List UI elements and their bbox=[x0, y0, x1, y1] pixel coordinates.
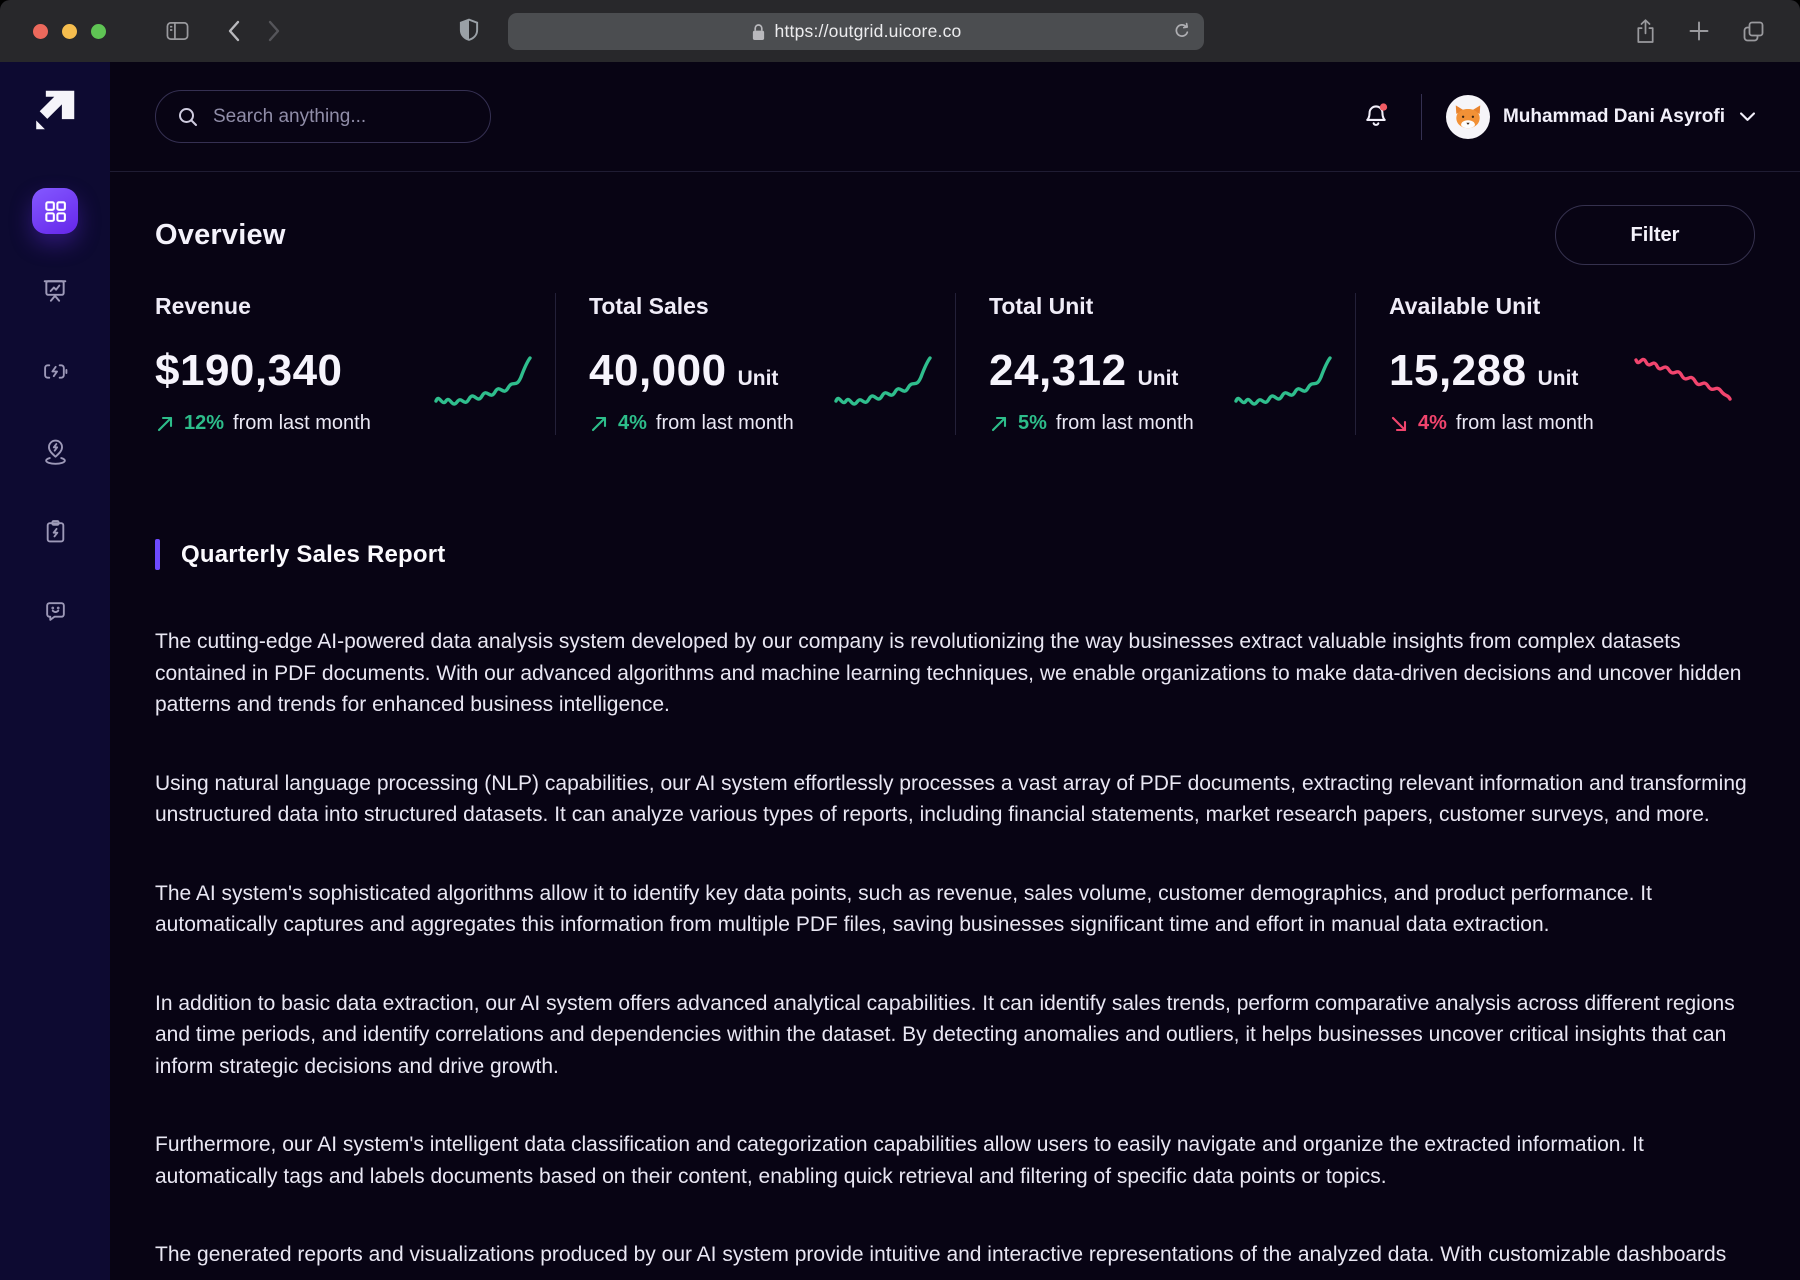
sparkline-up bbox=[833, 351, 933, 415]
stat-unit: Unit bbox=[1538, 367, 1579, 391]
stat-unit: Unit bbox=[738, 367, 779, 391]
sidebar-toggle-icon[interactable] bbox=[166, 21, 189, 41]
user-name: Muhammad Dani Asyrofi bbox=[1503, 106, 1725, 128]
share-icon[interactable] bbox=[1634, 18, 1657, 45]
sidebar-item-charging-location[interactable] bbox=[32, 428, 78, 474]
stat-delta-pct: 4% bbox=[1418, 412, 1447, 435]
reload-icon[interactable] bbox=[1172, 21, 1192, 41]
fox-avatar-icon bbox=[1451, 100, 1485, 134]
grid-icon bbox=[43, 199, 68, 224]
browser-window: https://outgrid.uicore.co bbox=[0, 0, 1800, 1280]
stat-delta-text: from last month bbox=[1056, 412, 1194, 435]
stat-delta-text: from last month bbox=[656, 412, 794, 435]
presentation-chart-icon bbox=[42, 278, 68, 304]
stat-value: $190,340 bbox=[155, 346, 343, 396]
sidebar bbox=[0, 62, 110, 1280]
report-paragraph: The generated reports and visualizations… bbox=[155, 1239, 1755, 1271]
stats-row: Revenue $190,340 12% from last month bbox=[155, 293, 1755, 435]
search-input[interactable] bbox=[213, 106, 453, 128]
browser-chrome: https://outgrid.uicore.co bbox=[0, 0, 1800, 62]
trend-up-icon bbox=[989, 414, 1009, 434]
charging-pin-icon bbox=[42, 438, 69, 465]
stat-card-available-unit: Available Unit 15,288 Unit 4% from last … bbox=[1355, 293, 1755, 435]
zoom-window-button[interactable] bbox=[91, 24, 106, 39]
sparkline-down bbox=[1633, 351, 1733, 415]
sidebar-item-analytics[interactable] bbox=[32, 268, 78, 314]
stat-value: 24,312 bbox=[989, 346, 1127, 396]
close-window-button[interactable] bbox=[33, 24, 48, 39]
sidebar-item-report[interactable] bbox=[32, 508, 78, 554]
outgrid-logo bbox=[33, 88, 77, 132]
topbar-divider bbox=[1421, 94, 1422, 140]
report-paragraph: In addition to basic data extraction, ou… bbox=[155, 988, 1755, 1083]
clipboard-bolt-icon bbox=[43, 519, 68, 544]
stat-delta-text: from last month bbox=[1456, 412, 1594, 435]
sidebar-item-feedback[interactable] bbox=[32, 588, 78, 634]
chat-smile-icon bbox=[43, 599, 68, 624]
stat-delta-text: from last month bbox=[233, 412, 371, 435]
sidebar-item-battery[interactable] bbox=[32, 348, 78, 394]
section-title: Quarterly Sales Report bbox=[181, 541, 446, 569]
chevron-down-icon bbox=[1740, 112, 1755, 122]
stat-delta-pct: 12% bbox=[184, 412, 224, 435]
sidebar-nav bbox=[32, 188, 78, 634]
window-controls bbox=[33, 24, 106, 39]
notification-dot bbox=[1380, 103, 1387, 110]
stat-card-revenue: Revenue $190,340 12% from last month bbox=[155, 293, 555, 435]
report-paragraph: Using natural language processing (NLP) … bbox=[155, 768, 1755, 831]
notifications-button[interactable] bbox=[1361, 100, 1391, 133]
sparkline-up bbox=[433, 351, 533, 415]
privacy-shield-icon[interactable] bbox=[458, 18, 480, 44]
stat-card-total-sales: Total Sales 40,000 Unit 4% from last mon… bbox=[555, 293, 955, 435]
report-paragraph: The cutting-edge AI-powered data analysi… bbox=[155, 626, 1755, 721]
url-text: https://outgrid.uicore.co bbox=[775, 21, 962, 42]
stat-delta-pct: 4% bbox=[618, 412, 647, 435]
battery-charging-icon bbox=[42, 358, 69, 385]
address-bar[interactable]: https://outgrid.uicore.co bbox=[508, 13, 1204, 50]
sidebar-item-dashboard[interactable] bbox=[32, 188, 78, 234]
report-body: The cutting-edge AI-powered data analysi… bbox=[155, 626, 1755, 1271]
stat-delta-pct: 5% bbox=[1018, 412, 1047, 435]
tab-overview-icon[interactable] bbox=[1741, 19, 1766, 44]
topbar: Muhammad Dani Asyrofi bbox=[110, 62, 1800, 172]
bell-icon bbox=[1361, 100, 1391, 130]
user-menu[interactable]: Muhammad Dani Asyrofi bbox=[1446, 95, 1755, 139]
trend-up-icon bbox=[589, 414, 609, 434]
forward-icon[interactable] bbox=[267, 20, 281, 42]
stat-label: Total Sales bbox=[589, 293, 794, 320]
back-icon[interactable] bbox=[227, 20, 241, 42]
stat-label: Available Unit bbox=[1389, 293, 1594, 320]
section-accent-bar bbox=[155, 539, 160, 570]
search-icon bbox=[177, 106, 199, 128]
page-title: Overview bbox=[155, 219, 286, 252]
stat-card-total-unit: Total Unit 24,312 Unit 5% from last mont… bbox=[955, 293, 1355, 435]
filter-button[interactable]: Filter bbox=[1555, 205, 1755, 265]
avatar bbox=[1446, 95, 1490, 139]
report-paragraph: The AI system's sophisticated algorithms… bbox=[155, 878, 1755, 941]
stat-label: Total Unit bbox=[989, 293, 1194, 320]
minimize-window-button[interactable] bbox=[62, 24, 77, 39]
trend-down-icon bbox=[1389, 414, 1409, 434]
trend-up-icon bbox=[155, 414, 175, 434]
new-tab-icon[interactable] bbox=[1687, 19, 1711, 43]
sparkline-up bbox=[1233, 351, 1333, 415]
stat-value: 15,288 bbox=[1389, 346, 1527, 396]
stat-value: 40,000 bbox=[589, 346, 727, 396]
lock-icon bbox=[751, 23, 766, 41]
report-paragraph: Furthermore, our AI system's intelligent… bbox=[155, 1129, 1755, 1192]
stat-unit: Unit bbox=[1138, 367, 1179, 391]
stat-label: Revenue bbox=[155, 293, 371, 320]
search-box[interactable] bbox=[155, 90, 491, 143]
